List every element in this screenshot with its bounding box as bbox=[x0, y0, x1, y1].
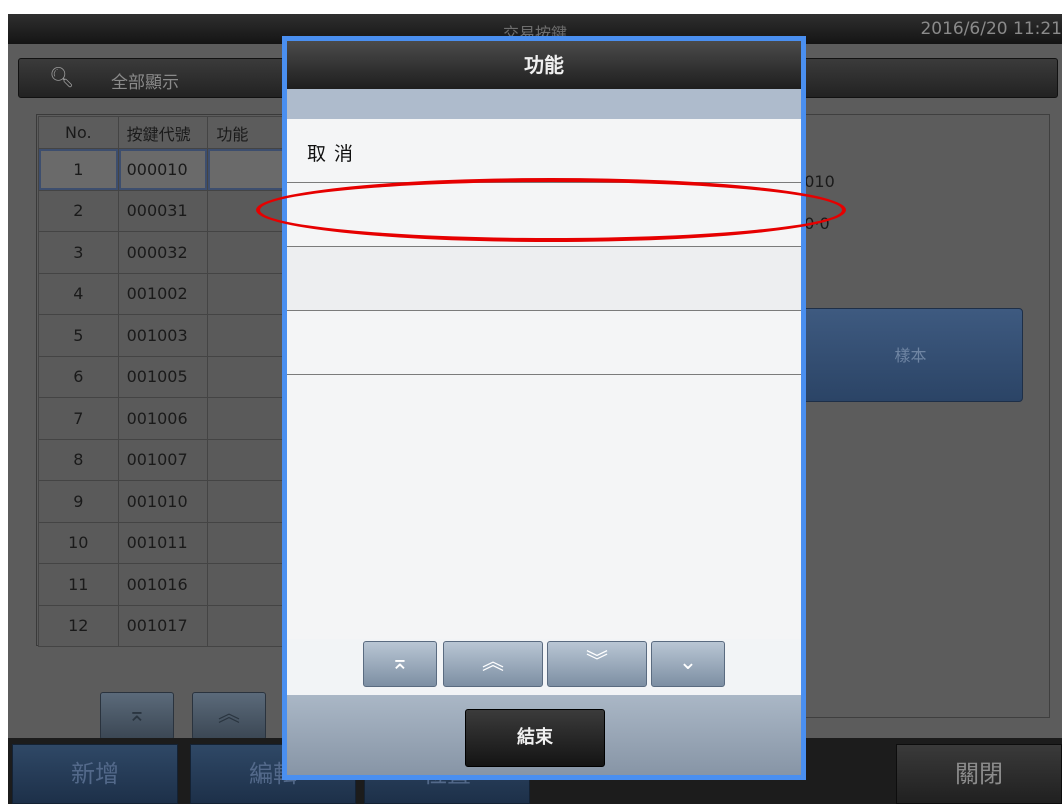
double-chevron-down-icon: ︾ bbox=[585, 650, 608, 675]
detail-frame bbox=[788, 114, 1050, 718]
cell-function bbox=[207, 397, 288, 440]
sample-button[interactable]: 樣本 bbox=[798, 308, 1023, 402]
table-body: 1 000010 2 000031 3 000032 4 001002 5 001003 6 0010… bbox=[38, 148, 288, 647]
close-button[interactable]: 關閉 bbox=[896, 744, 1062, 804]
cell-code: 000032 bbox=[117, 231, 209, 274]
list-down-button[interactable]: ︾ bbox=[547, 641, 647, 687]
cell-no: 7 bbox=[38, 397, 119, 440]
double-bar-up-icon: ⌅ bbox=[390, 650, 410, 675]
function-item-cancel[interactable]: 取消 bbox=[287, 119, 801, 183]
cell-function bbox=[207, 438, 288, 481]
page-first-button[interactable]: ⌅ bbox=[100, 692, 174, 740]
cell-code: 001017 bbox=[117, 604, 209, 647]
cell-function bbox=[207, 480, 288, 523]
function-list: 取消 bbox=[287, 119, 801, 639]
dialog-footer: 結束 bbox=[287, 695, 801, 775]
cell-code: 001007 bbox=[117, 438, 209, 481]
table-row[interactable]: 3 000032 bbox=[38, 231, 288, 274]
cell-no: 4 bbox=[38, 272, 119, 315]
table-row[interactable]: 6 001005 bbox=[38, 355, 288, 398]
filter-label: 全部顯示 bbox=[111, 73, 179, 93]
function-item[interactable] bbox=[287, 311, 801, 375]
cell-no: 1 bbox=[38, 148, 119, 191]
cell-code: 001010 bbox=[117, 480, 209, 523]
table-row[interactable]: 4 001002 bbox=[38, 272, 288, 315]
cell-code: 001011 bbox=[117, 521, 209, 564]
table-row[interactable]: 5 001003 bbox=[38, 314, 288, 357]
double-bar-down-icon: ⌄ bbox=[678, 650, 698, 675]
list-bottom-button[interactable]: ⌄ bbox=[651, 641, 725, 687]
dialog-strip bbox=[287, 89, 801, 119]
cell-code: 001003 bbox=[117, 314, 209, 357]
cell-function bbox=[207, 355, 288, 398]
cell-no: 11 bbox=[38, 563, 119, 606]
cell-no: 5 bbox=[38, 314, 119, 357]
table-row[interactable]: 2 000031 bbox=[38, 189, 288, 232]
table-row[interactable]: 12 001017 bbox=[38, 604, 288, 647]
cell-code: 001002 bbox=[117, 272, 209, 315]
datetime: 2016/6/20 11:21 bbox=[920, 19, 1062, 39]
table-row[interactable]: 8 001007 bbox=[38, 438, 288, 481]
cell-no: 3 bbox=[38, 231, 119, 274]
search-icon[interactable]: 🔍︎ bbox=[49, 65, 74, 89]
list-up-button[interactable]: ︽ bbox=[443, 641, 543, 687]
cell-function bbox=[207, 604, 288, 647]
table-row[interactable]: 9 001010 bbox=[38, 480, 288, 523]
function-item[interactable] bbox=[287, 247, 801, 311]
key-table: No. 按鍵代號 功能 1 000010 2 000031 3 000032 4 001002… bbox=[38, 116, 288, 647]
col-header-no: No. bbox=[38, 116, 119, 149]
cell-function bbox=[207, 189, 288, 232]
function-item-label: 取消 bbox=[307, 143, 362, 165]
cell-code: 000031 bbox=[117, 189, 209, 232]
table-row[interactable]: 11 001016 bbox=[38, 563, 288, 606]
table-row[interactable]: 10 001011 bbox=[38, 521, 288, 564]
dialog-title: 功能 bbox=[287, 41, 801, 89]
cell-code: 001005 bbox=[117, 355, 209, 398]
page-up-button[interactable]: ︽ bbox=[192, 692, 266, 740]
add-button[interactable]: 新增 bbox=[12, 744, 178, 804]
table-header-row: No. 按鍵代號 功能 bbox=[38, 116, 288, 149]
cell-no: 6 bbox=[38, 355, 119, 398]
cell-function bbox=[207, 563, 288, 606]
cell-code: 001016 bbox=[117, 563, 209, 606]
table-row[interactable]: 1 000010 bbox=[38, 148, 288, 191]
double-bar-up-icon: ⌅ bbox=[127, 702, 147, 727]
cell-no: 12 bbox=[38, 604, 119, 647]
cell-code: 001006 bbox=[117, 397, 209, 440]
double-chevron-up-icon: ︽ bbox=[481, 650, 504, 675]
cell-no: 9 bbox=[38, 480, 119, 523]
cell-function bbox=[207, 148, 288, 191]
list-top-button[interactable]: ⌅ bbox=[363, 641, 437, 687]
double-chevron-up-icon: ︽ bbox=[217, 702, 240, 727]
function-dialog: 功能 取消 ⌅ ︽ ︾ ⌄ 結束 bbox=[282, 36, 806, 780]
cell-no: 2 bbox=[38, 189, 119, 232]
cell-no: 10 bbox=[38, 521, 119, 564]
cell-code: 000010 bbox=[117, 148, 209, 191]
col-header-function: 功能 bbox=[207, 116, 288, 149]
cell-function bbox=[207, 521, 288, 564]
function-item[interactable] bbox=[287, 183, 801, 247]
col-header-code: 按鍵代號 bbox=[117, 116, 209, 149]
cell-function bbox=[207, 314, 288, 357]
cell-function bbox=[207, 231, 288, 274]
table-row[interactable]: 7 001006 bbox=[38, 397, 288, 440]
cell-function bbox=[207, 272, 288, 315]
cell-no: 8 bbox=[38, 438, 119, 481]
finish-button[interactable]: 結束 bbox=[465, 709, 605, 767]
